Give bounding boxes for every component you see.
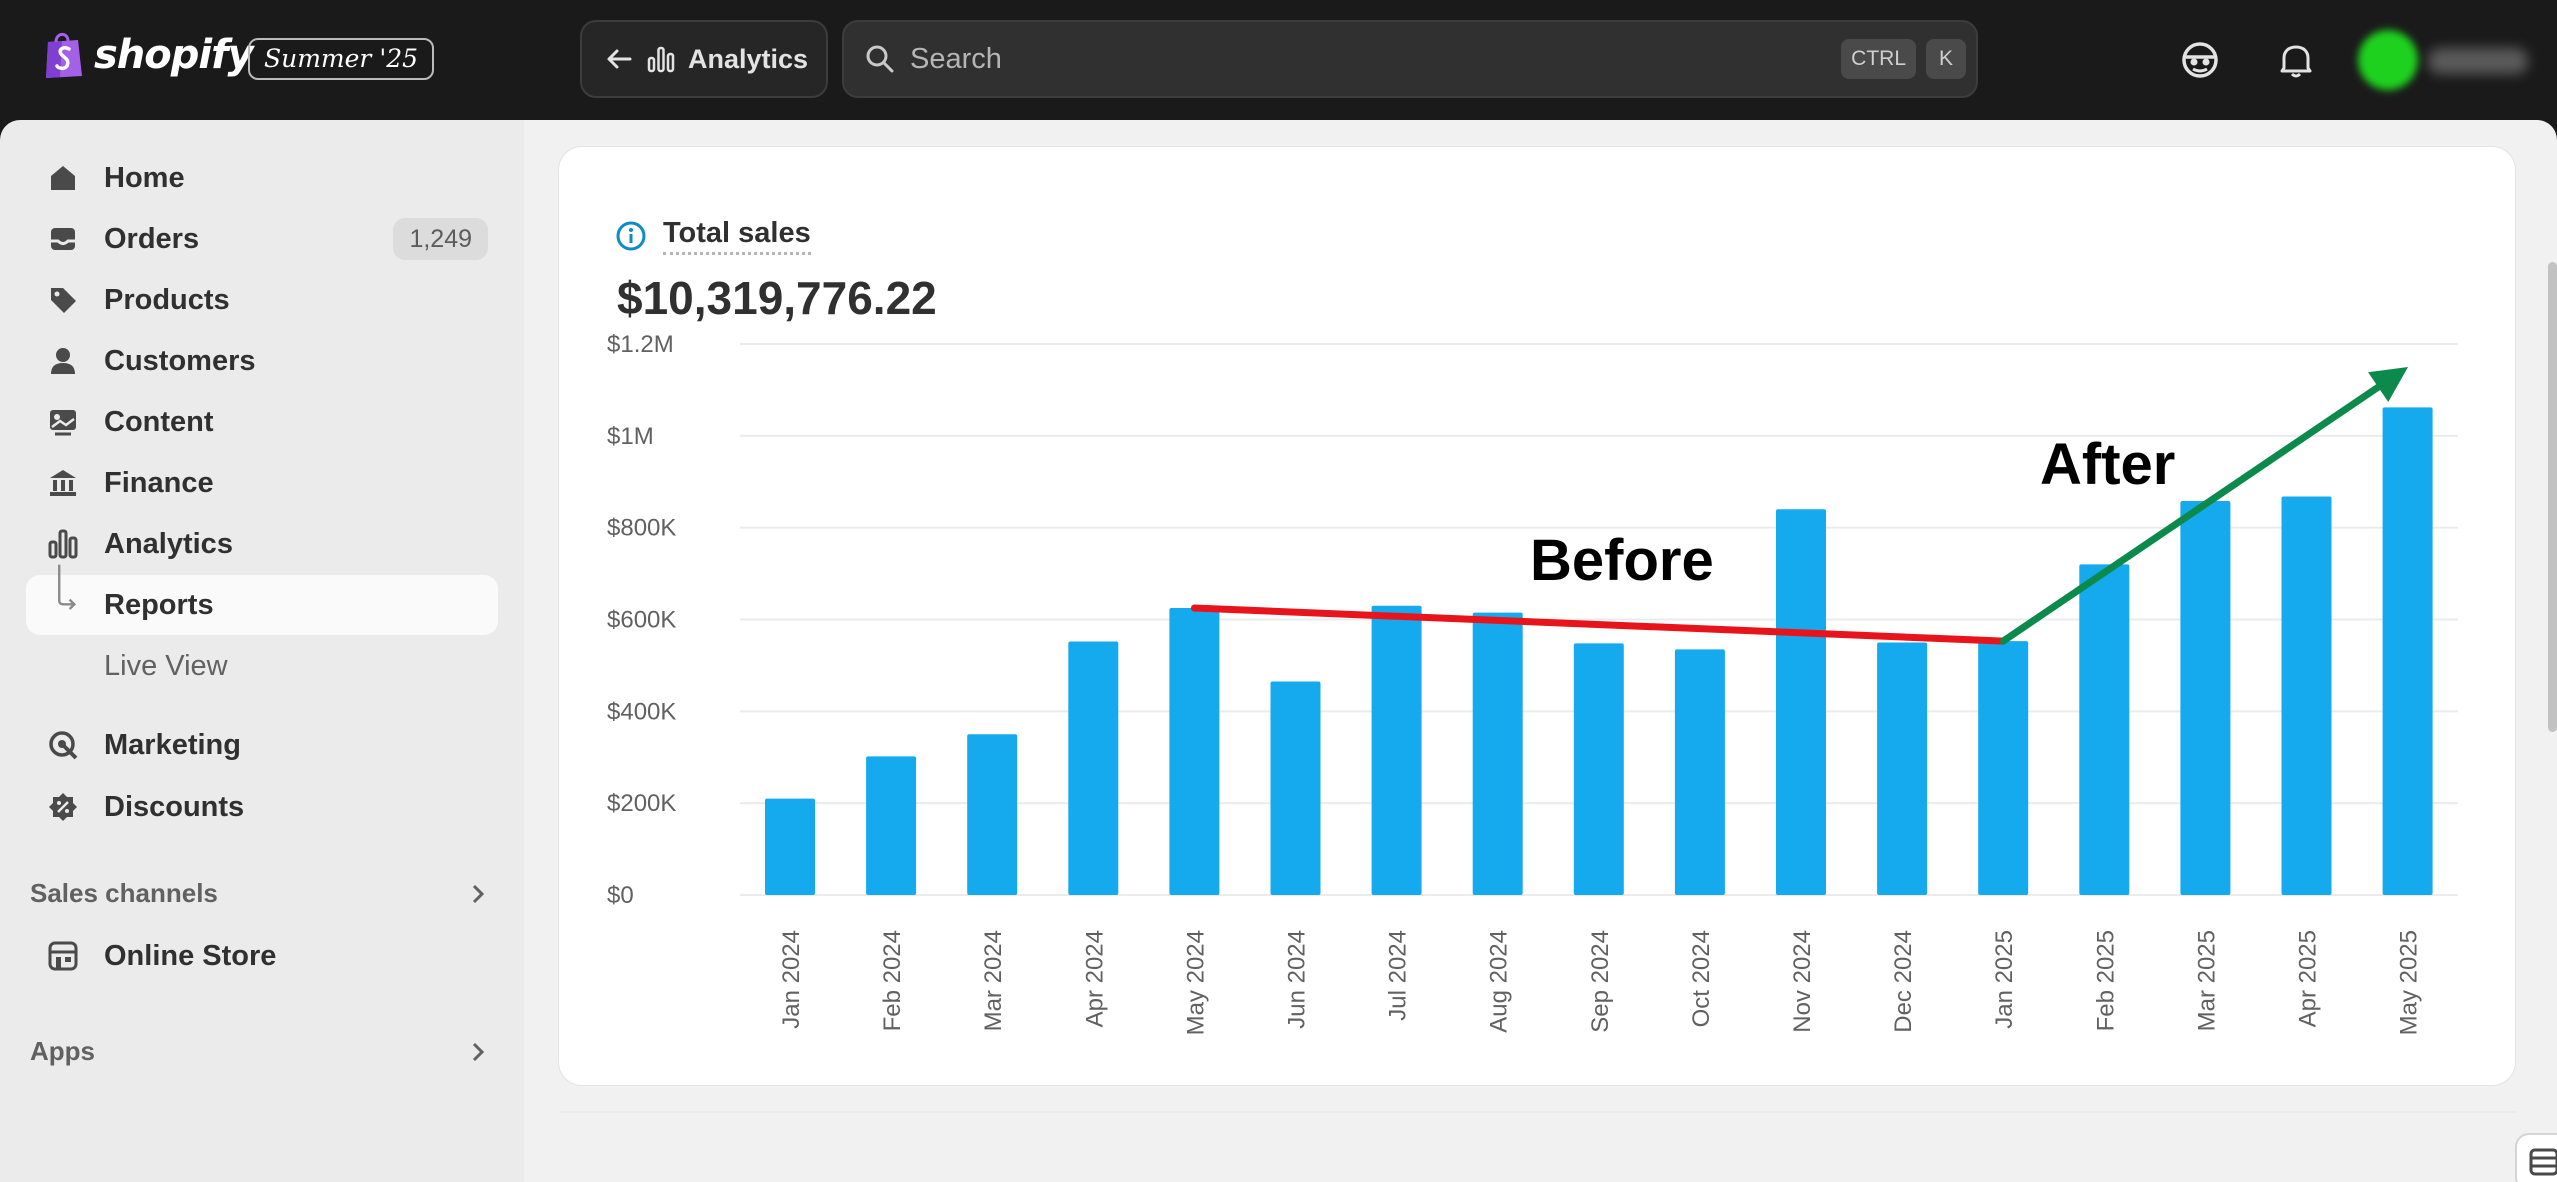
top-bar: shopify Summer '25 Analytics Search CTRL… <box>0 0 2557 120</box>
sidebar-item-label: Marketing <box>104 728 241 761</box>
apps-section[interactable]: Apps <box>30 1036 490 1067</box>
sub-arrow-icon <box>46 564 80 622</box>
edition-badge[interactable]: Summer '25 <box>248 38 435 80</box>
person-icon <box>46 344 80 378</box>
sidebar-item-label: Content <box>104 405 214 438</box>
sidebar-item-label: Live View <box>104 649 228 682</box>
sidebar-item-label: Online Store <box>104 939 277 972</box>
sidebar-item-online-store[interactable]: Online Store <box>26 926 498 986</box>
shortcut-key-k: K <box>1926 39 1966 79</box>
bar-chart-icon <box>46 527 80 561</box>
user-avatar[interactable] <box>2358 30 2538 90</box>
sidebar-item-label: Analytics <box>104 527 233 560</box>
sidebar-item-discounts[interactable]: Discounts <box>26 777 498 837</box>
sidebar-item-orders[interactable]: Orders 1,249 <box>26 209 498 269</box>
user-name-blurred <box>2428 48 2528 74</box>
sidebar-item-label: Home <box>104 161 185 194</box>
sidebar-item-label: Finance <box>104 466 214 499</box>
home-icon <box>46 161 80 195</box>
sidebar-item-label: Reports <box>104 588 214 621</box>
vertical-scrollbar[interactable] <box>2548 262 2557 732</box>
back-to-analytics-button[interactable]: Analytics <box>580 20 828 98</box>
main-content: Total sales $10,319,776.22 <box>524 120 2557 1182</box>
sidebar-item-marketing[interactable]: Marketing <box>26 715 498 775</box>
bar-chart-icon <box>647 46 675 73</box>
sidebar-item-live-view[interactable]: Live View <box>26 636 498 696</box>
shortcut-key-ctrl: CTRL <box>1841 39 1916 79</box>
bank-icon <box>46 466 80 500</box>
sidekick-icon[interactable] <box>2178 38 2222 82</box>
sidebar-item-finance[interactable]: Finance <box>26 453 498 513</box>
chevron-right-icon <box>472 1042 485 1061</box>
store-icon <box>46 939 80 973</box>
avatar <box>2358 30 2418 90</box>
content-icon <box>46 405 80 439</box>
total-sales-value: $10,319,776.22 <box>617 272 937 324</box>
arrow-left-icon <box>607 49 632 69</box>
orders-icon <box>46 222 80 256</box>
brand-name: shopify <box>94 32 254 78</box>
shopify-logo[interactable]: shopify <box>42 30 254 80</box>
sidebar-item-label: Customers <box>104 344 256 377</box>
table-view-button[interactable] <box>2515 1133 2557 1182</box>
table-icon <box>2529 1148 2557 1176</box>
sales-channels-label: Sales channels <box>30 878 218 908</box>
info-icon[interactable] <box>615 220 647 252</box>
search-icon <box>866 45 894 73</box>
shopify-bag-icon <box>46 32 82 78</box>
total-sales-card: Total sales $10,319,776.22 <box>558 146 2557 1182</box>
sidebar-item-home[interactable]: Home <box>26 148 498 208</box>
sidebar-item-customers[interactable]: Customers <box>26 331 498 391</box>
sidebar-item-content[interactable]: Content <box>26 392 498 452</box>
discount-icon <box>46 790 80 824</box>
sidebar: Home Orders 1,249 Products Customers Con… <box>0 120 524 1182</box>
divider <box>559 1111 2517 1113</box>
sidebar-item-products[interactable]: Products <box>26 270 498 330</box>
card-title-text: Total sales <box>663 217 811 255</box>
tag-icon <box>46 283 80 317</box>
card-title[interactable]: Total sales <box>615 217 811 255</box>
sidebar-item-label: Orders <box>104 222 200 255</box>
sidebar-item-analytics[interactable]: Analytics <box>26 514 498 574</box>
chevron-right-icon <box>472 884 485 903</box>
target-icon <box>46 728 80 762</box>
bell-icon[interactable] <box>2274 38 2318 82</box>
sidebar-item-reports[interactable]: Reports <box>26 564 498 635</box>
search-placeholder: Search <box>910 42 1002 75</box>
sales-channels-section[interactable]: Sales channels <box>30 878 490 909</box>
search-bar[interactable]: Search CTRL K <box>842 20 1978 98</box>
sidebar-item-label: Products <box>104 283 230 316</box>
orders-count-badge: 1,249 <box>393 218 488 260</box>
back-button-label: Analytics <box>688 43 809 74</box>
sidebar-item-label: Discounts <box>104 790 245 823</box>
apps-label: Apps <box>30 1036 95 1066</box>
